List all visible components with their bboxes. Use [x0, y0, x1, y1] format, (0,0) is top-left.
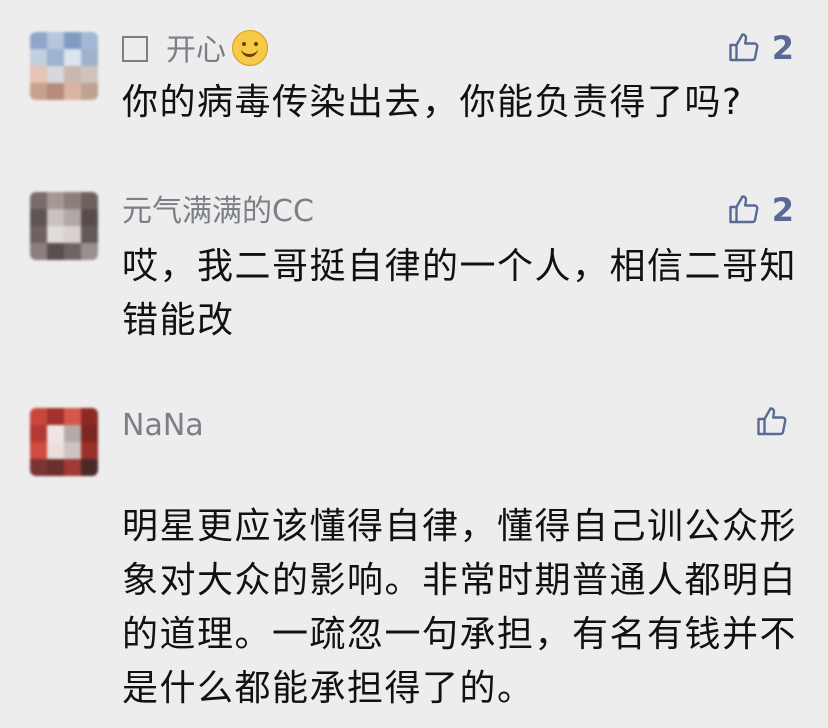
- like-button[interactable]: 2: [726, 28, 794, 68]
- comment-text: 明星更应该懂得自律，懂得自己训公众形象对大众的影响。非常时期普通人都明白的道理。…: [122, 506, 798, 709]
- checkbox-icon: [122, 36, 148, 62]
- thumbs-up-icon: [757, 407, 787, 436]
- comment-author[interactable]: 元气满满的CC: [122, 192, 314, 232]
- smile-emoji-icon: [232, 30, 268, 66]
- like-button[interactable]: [754, 404, 790, 440]
- like-count: 2: [771, 191, 794, 229]
- comment-text: 哎，我二哥挺自律的一个人，相信二哥知错能改: [122, 246, 798, 341]
- like-button[interactable]: 2: [726, 190, 794, 230]
- thumbs-up-icon: [729, 195, 759, 224]
- avatar[interactable]: [30, 192, 98, 260]
- comment-author[interactable]: NaNa: [122, 406, 204, 446]
- thumbs-up-icon: [729, 33, 759, 62]
- like-count: 2: [771, 29, 794, 67]
- avatar[interactable]: [30, 32, 98, 100]
- avatar[interactable]: [30, 408, 98, 476]
- comment-text: 你的病毒传染出去，你能负责得了吗?: [122, 82, 743, 123]
- comment-author[interactable]: 开心: [122, 30, 268, 71]
